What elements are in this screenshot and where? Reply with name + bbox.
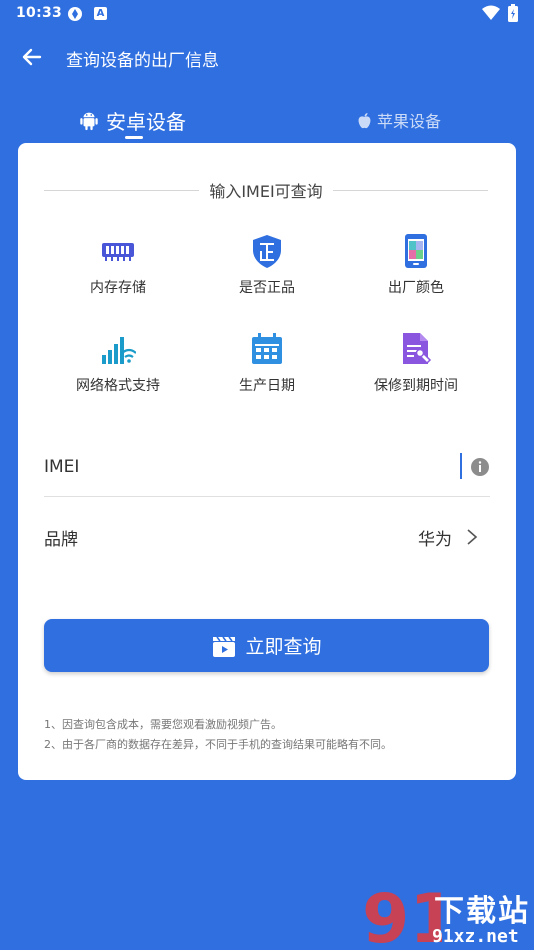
memory-icon (102, 243, 134, 261)
notes: 1、因查询包含成本，需要您观看激励视频广告。 2、由于各厂商的数据存在差异，不同… (44, 715, 392, 755)
watermark-site: 91xz.net (432, 926, 519, 947)
network-signal-icon (102, 337, 136, 364)
feature-label: 保修到期时间 (374, 378, 458, 394)
watermark-title: 下载站 (434, 894, 530, 929)
text-cursor (460, 453, 462, 479)
notification-a-icon: A (94, 7, 107, 20)
imei-input[interactable] (144, 451, 450, 481)
tab-indicator (125, 136, 143, 139)
tab-android[interactable]: 安卓设备 (78, 100, 186, 140)
wifi-icon (482, 5, 500, 20)
feature-label: 网络格式支持 (76, 378, 160, 394)
tab-android-label: 安卓设备 (106, 109, 186, 134)
divider-right (332, 189, 489, 191)
status-time: 10:33 (16, 5, 63, 21)
feature-label: 内存存储 (90, 280, 146, 296)
app-bar: 查询设备的出厂信息 (0, 36, 534, 80)
svg-text:91: 91 (362, 882, 442, 950)
feature-network: 网络格式支持 (44, 331, 192, 395)
query-button-label: 立即查询 (245, 637, 322, 658)
battery-icon (508, 4, 518, 22)
status-bar: 10:33 A (0, 0, 534, 28)
authentic-shield-icon (253, 235, 281, 268)
brand-row[interactable]: 品牌 华为 (44, 507, 490, 567)
tab-apple-label: 苹果设备 (377, 112, 442, 131)
page-title: 查询设备的出厂信息 (66, 51, 219, 71)
feature-label: 出厂颜色 (388, 280, 444, 296)
feature-color: 出厂颜色 (342, 233, 490, 297)
feature-label: 生产日期 (239, 378, 295, 394)
apple-icon (358, 112, 371, 128)
info-icon[interactable] (470, 457, 490, 477)
section-title: 输入IMEI可查询 (209, 182, 323, 201)
brand-value: 华为 (418, 529, 452, 550)
phone-color-icon (405, 234, 427, 268)
arrow-left-icon[interactable] (20, 46, 42, 68)
clapper-icon (213, 636, 236, 657)
feature-production-date: 生产日期 (193, 331, 341, 395)
android-icon (80, 112, 98, 131)
query-button[interactable]: 立即查询 (44, 619, 489, 672)
warranty-document-icon (403, 333, 432, 365)
note-line: 2、由于各厂商的数据存在差异，不同于手机的查询结果可能略有不同。 (44, 738, 392, 751)
sync-icon (68, 7, 82, 21)
note-line: 1、因查询包含成本，需要您观看激励视频广告。 (44, 718, 282, 731)
divider-left (44, 189, 200, 191)
feature-warranty: 保修到期时间 (342, 331, 490, 395)
feature-authentic: 是否正品 (193, 233, 341, 297)
watermark-logo: 91 (362, 882, 442, 950)
feature-memory: 内存存储 (44, 233, 192, 297)
tab-apple[interactable]: 苹果设备 (356, 100, 441, 140)
query-card: 输入IMEI可查询 内存存储 是否正品 出厂颜色 网络格式支持 生产日期 保修到… (18, 143, 516, 780)
calendar-icon (252, 333, 282, 364)
watermark: 91 下载站 91xz.net (362, 882, 534, 950)
feature-label: 是否正品 (239, 280, 295, 296)
chevron-right-icon (467, 529, 478, 545)
section-header: 输入IMEI可查询 (44, 179, 489, 201)
imei-label: IMEI (44, 456, 80, 477)
imei-row: IMEI (44, 437, 490, 497)
brand-label: 品牌 (44, 529, 78, 550)
